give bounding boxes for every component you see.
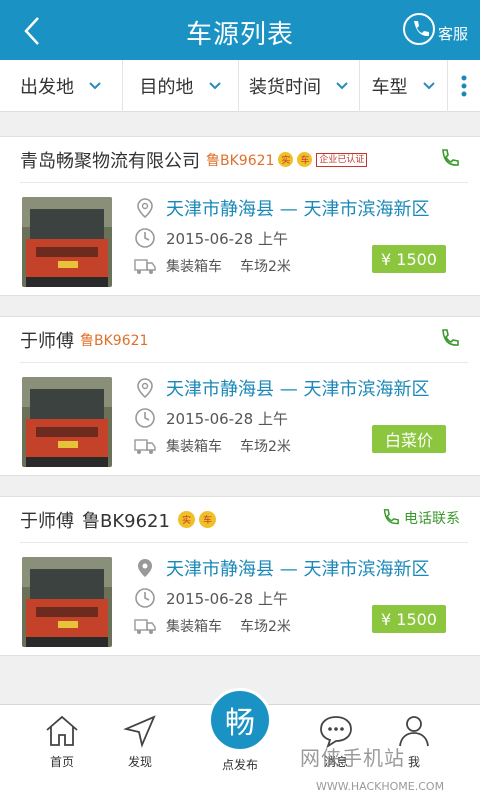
clock-icon xyxy=(135,588,155,608)
plate-number: 鲁BK9621 xyxy=(206,152,275,169)
filter-departure[interactable]: 出发地 xyxy=(0,59,123,112)
route-text: 天津市静海县 — 天津市滨海新区 xyxy=(166,559,430,580)
tab-discover-label: 发现 xyxy=(127,755,152,769)
vehicle-length: 车场2米 xyxy=(240,439,291,455)
vehicle-type: 集装箱车 xyxy=(166,439,222,455)
verified-real-badge-icon: 实 xyxy=(278,152,294,167)
chevron-down-icon xyxy=(422,81,435,89)
more-options-button[interactable] xyxy=(448,60,480,112)
price-tag: ¥ 1500 xyxy=(372,245,446,273)
route-text: 天津市静海县 — 天津市滨海新区 xyxy=(166,199,430,220)
app-header: 车源列表 客服 xyxy=(0,0,480,60)
phone-icon xyxy=(383,509,399,525)
listing-header: 于师傅 鲁BK9621 xyxy=(20,317,468,363)
plate-number: 鲁BK9621 xyxy=(80,332,149,349)
route-text: 天津市静海县 — 天津市滨海新区 xyxy=(166,379,430,400)
plate-number: 鲁BK9621 xyxy=(82,510,170,532)
carrier-name: 青岛畅聚物流有限公司 xyxy=(20,150,200,172)
customer-service-button[interactable]: 客服 xyxy=(402,12,468,46)
clock-icon xyxy=(135,408,155,428)
chevron-down-icon xyxy=(336,81,348,89)
publish-glyph: 畅 xyxy=(225,706,255,741)
truck-photo xyxy=(22,197,112,287)
loading-date: 2015-06-28 上午 xyxy=(166,229,288,248)
navigation-arrow-icon xyxy=(123,715,156,748)
chevron-down-icon xyxy=(89,81,101,89)
route-row: 天津市静海县 — 天津市滨海新区 xyxy=(134,195,429,221)
more-vertical-icon xyxy=(461,75,467,96)
loading-date: 2015-06-28 上午 xyxy=(166,409,288,428)
vehicle-length: 车场2米 xyxy=(240,259,291,275)
medal-badge-icon: 车 xyxy=(198,511,216,528)
price-tag: ¥ 1500 xyxy=(372,605,446,633)
phone-circle-icon xyxy=(402,13,435,45)
phone-icon xyxy=(442,329,459,346)
user-icon xyxy=(399,716,429,747)
truck-photo xyxy=(22,377,112,467)
tab-me[interactable]: 我 xyxy=(384,713,444,770)
tab-messages[interactable]: 消息 xyxy=(306,713,366,770)
chat-bubble-icon xyxy=(320,716,352,749)
vehicle-row: 集装箱车 车场2米 xyxy=(134,435,291,457)
publish-button[interactable]: 畅 xyxy=(208,688,272,752)
truck-icon xyxy=(134,439,156,454)
truck-icon xyxy=(134,259,156,274)
clock-icon xyxy=(135,228,155,248)
company-certified-badge: 企业已认证 xyxy=(316,152,368,167)
call-label: 电话联系 xyxy=(404,511,460,527)
location-pin-icon xyxy=(138,559,152,577)
date-row: 2015-06-28 上午 xyxy=(134,587,288,609)
tab-home[interactable]: 首页 xyxy=(32,713,92,770)
price-tag: 白菜价 xyxy=(372,425,446,453)
route-row: 天津市静海县 — 天津市滨海新区 xyxy=(134,555,429,581)
tab-messages-label: 消息 xyxy=(323,755,348,769)
verified-vehicle-badge-icon: 车 xyxy=(297,152,313,167)
customer-service-label: 客服 xyxy=(437,25,468,43)
tab-discover[interactable]: 发现 xyxy=(110,713,170,770)
listing-card[interactable]: 青岛畅聚物流有限公司 鲁BK9621 实 车 企业已认证 天津市静海县 — 天津… xyxy=(0,136,480,296)
filter-loading-time[interactable]: 装货时间 xyxy=(239,59,360,112)
truck-icon xyxy=(134,619,156,634)
filter-loading-time-label: 装货时间 xyxy=(249,76,321,98)
filter-vehicle-type[interactable]: 车型 xyxy=(360,59,448,112)
carrier-name: 于师傅 xyxy=(20,510,74,532)
listing-card[interactable]: 于师傅 鲁BK9621 天津市静海县 — 天津市滨海新区 2015-06-28 … xyxy=(0,316,480,476)
vehicle-type: 集装箱车 xyxy=(166,619,222,635)
location-pin-icon xyxy=(137,378,153,399)
listing-header: 于师傅 鲁BK9621 实 车 电话联系 xyxy=(20,497,468,543)
filter-vehicle-type-label: 车型 xyxy=(371,76,408,98)
tab-home-label: 首页 xyxy=(49,755,74,769)
loading-date: 2015-06-28 上午 xyxy=(166,589,288,608)
listing-card[interactable]: 于师傅 鲁BK9621 实 车 电话联系 天津市静海县 — 天津市滨海新区 20… xyxy=(0,496,480,656)
tab-me-label: 我 xyxy=(407,755,420,769)
medal-badge-icon: 实 xyxy=(177,511,195,528)
home-icon xyxy=(46,715,78,746)
vehicle-row: 集装箱车 车场2米 xyxy=(134,615,291,637)
route-row: 天津市静海县 — 天津市滨海新区 xyxy=(134,375,429,401)
chevron-down-icon xyxy=(208,81,221,89)
call-button[interactable] xyxy=(438,148,460,170)
phone-icon xyxy=(442,149,459,166)
filter-bar: 出发地 目的地 装货时间 车型 xyxy=(0,59,480,112)
filter-departure-label: 出发地 xyxy=(20,76,74,98)
call-button[interactable]: 电话联系 xyxy=(380,508,460,528)
date-row: 2015-06-28 上午 xyxy=(134,227,288,249)
vehicle-row: 集装箱车 车场2米 xyxy=(134,255,291,277)
filter-destination[interactable]: 目的地 xyxy=(123,59,239,112)
carrier-name: 于师傅 xyxy=(20,330,74,352)
truck-photo xyxy=(22,557,112,647)
vehicle-length: 车场2米 xyxy=(240,619,291,635)
vehicle-type: 集装箱车 xyxy=(166,259,222,275)
location-pin-icon xyxy=(137,198,153,219)
filter-destination-label: 目的地 xyxy=(139,76,194,98)
listing-header: 青岛畅聚物流有限公司 鲁BK9621 实 车 企业已认证 xyxy=(20,137,468,183)
date-row: 2015-06-28 上午 xyxy=(134,407,288,429)
call-button[interactable] xyxy=(438,328,460,350)
publish-label: 点发布 xyxy=(221,758,258,772)
